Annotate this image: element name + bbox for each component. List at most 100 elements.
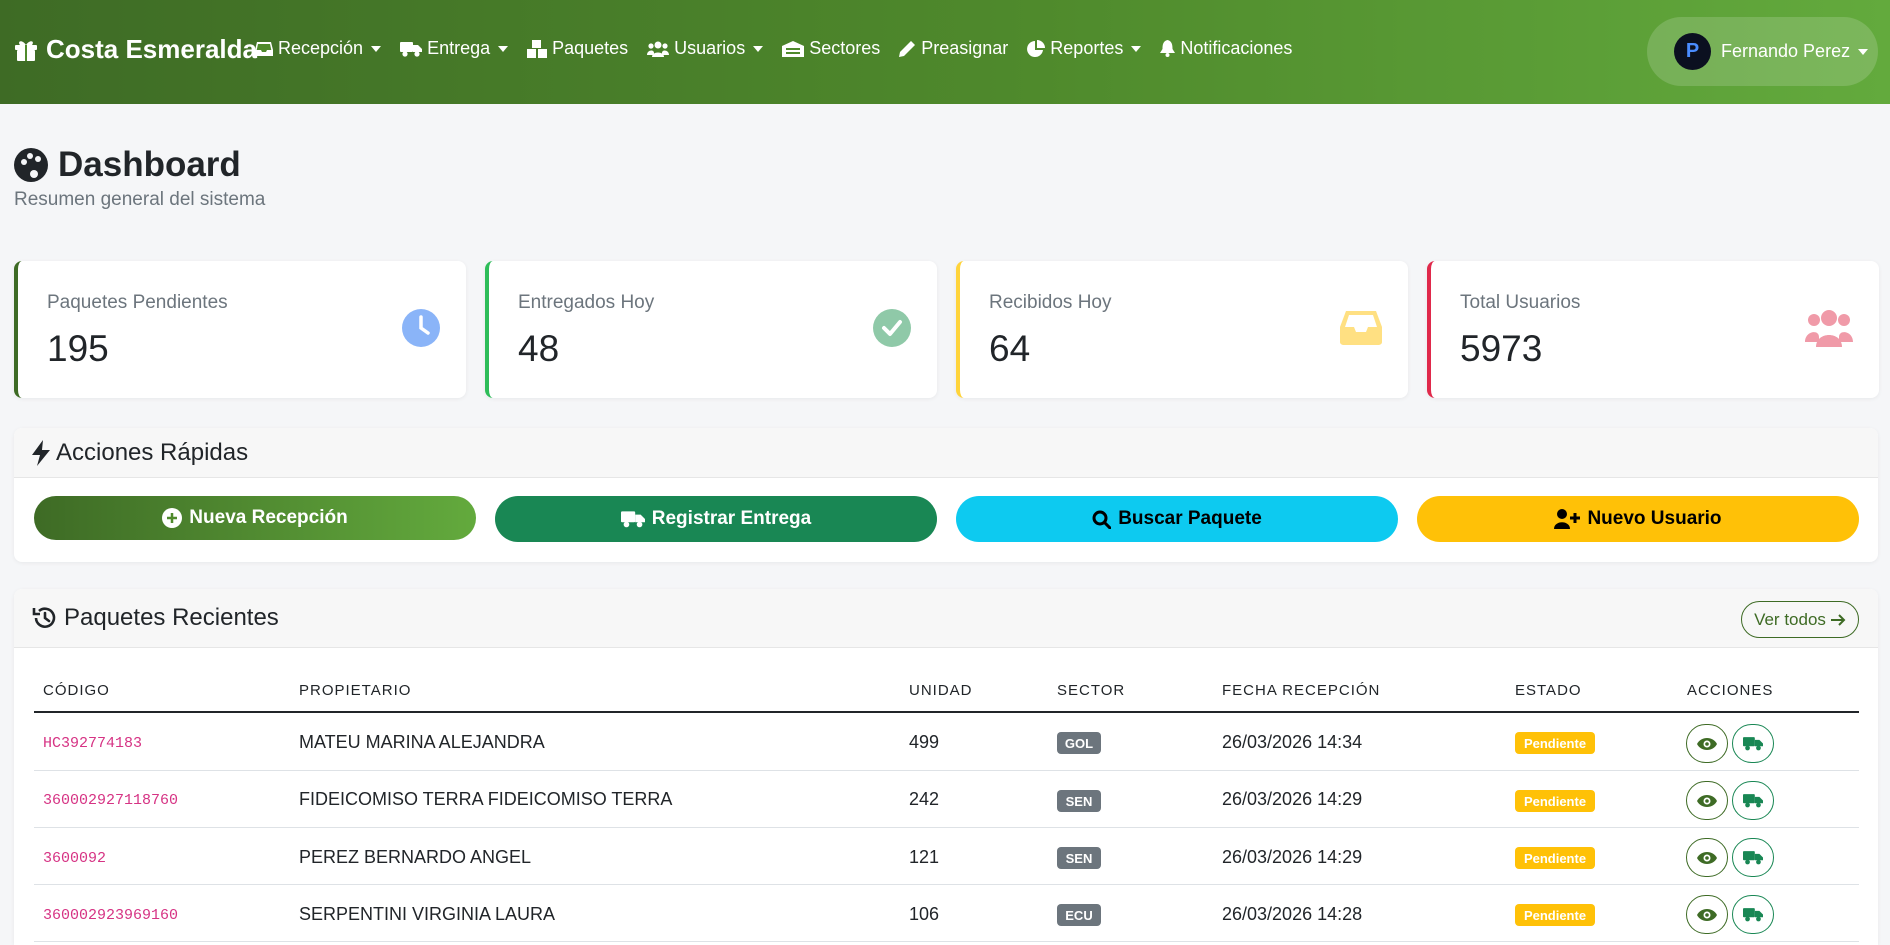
nav-item-preasignar[interactable]: Preasignar [899,38,1008,59]
brand-name: Costa Esmeralda [46,34,257,64]
clock-icon [402,309,440,347]
cell-fecha: 26/03/2026 14:28 [1222,904,1363,924]
ver-todos-label: Ver todos [1754,609,1826,629]
history-icon [32,607,56,628]
eye-icon [1697,737,1717,750]
deliver-button[interactable] [1732,724,1774,763]
cell-propietario: MATEU MARINA ALEJANDRA [299,732,545,752]
sector-badge: SEN [1057,847,1101,869]
nav-label-recepcion: Recepción [278,38,364,58]
cell-unidad: 499 [909,732,940,752]
cell-propietario: PEREZ BERNARDO ANGEL [299,847,532,867]
truck-icon [1743,851,1763,865]
caret-down-icon [1131,45,1142,52]
cell-propietario: FIDEICOMISO TERRA FIDEICOMISO TERRA [299,789,673,809]
row-divider [34,941,1859,942]
row-divider [34,884,1859,885]
brand-logo[interactable]: Costa Esmeralda [14,34,257,65]
cell-codigo[interactable]: 360002923969160 [43,907,178,924]
status-badge: Pendiente [1515,790,1595,812]
col-header-sector[interactable]: SECTOR [1057,682,1125,699]
cell-codigo[interactable]: 3600092 [43,850,106,867]
nav-item-reportes[interactable]: Reportes [1027,38,1142,59]
nav-label-sectores: Sectores [809,38,881,58]
nav-item-usuarios[interactable]: Usuarios [647,38,764,59]
col-header-estado[interactable]: ESTADO [1515,682,1582,699]
sector-badge: ECU [1057,904,1101,926]
truck-icon [620,511,645,528]
col-header-propietario[interactable]: PROPIETARIO [299,682,411,699]
recent-packages-panel: Paquetes Recientes [14,589,1878,945]
warehouse-icon [782,40,805,57]
stat-value: 64 [989,328,1031,369]
table-header-divider [34,711,1859,713]
nav-item-recepcion[interactable]: Recepción [255,38,382,59]
user-menu[interactable]: P Fernando Perez [1647,17,1878,86]
row-divider [34,770,1859,771]
quick-actions-title: Acciones Rápidas [56,438,249,466]
caret-down-icon [1858,48,1869,55]
buscar-paquete-label: Buscar Paquete [1118,508,1262,529]
nueva-recepcion-button[interactable]: Nueva Recepción [34,496,476,540]
stat-label: Entregados Hoy [518,292,655,313]
deliver-button[interactable] [1732,895,1774,934]
truck-icon [1743,908,1763,922]
ver-todos-button[interactable]: Ver todos [1741,601,1859,638]
nuevo-usuario-button[interactable]: Nuevo Usuario [1417,496,1859,542]
arrow-right-icon [1830,613,1846,626]
stat-label: Paquetes Pendientes [47,292,228,313]
col-header-fecha[interactable]: FECHA RECEPCIÓN [1222,682,1380,699]
bell-icon [1160,40,1176,57]
pie-chart-icon [1027,39,1046,57]
status-badge: Pendiente [1515,847,1595,869]
stat-value: 5973 [1460,328,1543,369]
status-badge: Pendiente [1515,904,1595,926]
eye-icon [1697,794,1717,807]
plus-circle-icon [162,508,183,528]
nav-item-entrega[interactable]: Entrega [400,38,509,59]
cell-fecha: 26/03/2026 14:29 [1222,789,1363,809]
cell-unidad: 121 [909,847,940,867]
page-title-text: Dashboard [58,145,241,184]
recent-packages-title: Paquetes Recientes [64,604,279,631]
quick-actions-header: Acciones Rápidas [14,428,1878,478]
truck-icon [400,41,423,57]
registrar-entrega-button[interactable]: Registrar Entrega [495,496,937,542]
cell-unidad: 242 [909,789,940,809]
cell-unidad: 106 [909,904,940,924]
row-divider [34,827,1859,828]
nav-menu: Recepción Entrega Paquetes Usuarios Sect… [255,38,1311,59]
view-button[interactable] [1686,838,1728,877]
nav-item-paquetes[interactable]: Paquetes [527,38,628,59]
stat-value: 195 [47,328,109,369]
registrar-entrega-label: Registrar Entrega [651,508,812,529]
user-plus-icon [1554,509,1581,529]
nav-label-reportes: Reportes [1050,38,1124,58]
buscar-paquete-button[interactable]: Buscar Paquete [956,496,1398,542]
col-header-unidad[interactable]: UNIDAD [909,682,973,699]
nav-item-sectores[interactable]: Sectores [782,38,880,59]
view-button[interactable] [1686,781,1728,820]
pencil-icon [899,41,916,57]
deliver-button[interactable] [1732,781,1774,820]
caret-down-icon [371,45,382,52]
truck-icon [1743,737,1763,751]
view-button[interactable] [1686,724,1728,763]
eye-icon [1697,908,1717,921]
stat-card-entregados: Entregados Hoy 48 [485,261,937,398]
stat-label: Total Usuarios [1460,292,1581,313]
caret-down-icon [753,45,764,52]
status-badge: Pendiente [1515,732,1595,754]
col-header-acciones: ACCIONES [1687,682,1774,699]
cell-fecha: 26/03/2026 14:29 [1222,847,1363,867]
recent-packages-header: Paquetes Recientes [14,589,1878,648]
cell-codigo[interactable]: 360002927118760 [43,792,178,809]
nav-label-preasignar: Preasignar [921,38,1009,58]
view-button[interactable] [1686,895,1728,934]
nav-label-usuarios: Usuarios [674,38,746,58]
nav-item-notificaciones[interactable]: Notificaciones [1160,38,1292,59]
deliver-button[interactable] [1732,838,1774,877]
bolt-icon [32,439,50,466]
col-header-codigo[interactable]: CÓDIGO [43,682,110,699]
cell-codigo[interactable]: HC392774183 [43,735,142,752]
